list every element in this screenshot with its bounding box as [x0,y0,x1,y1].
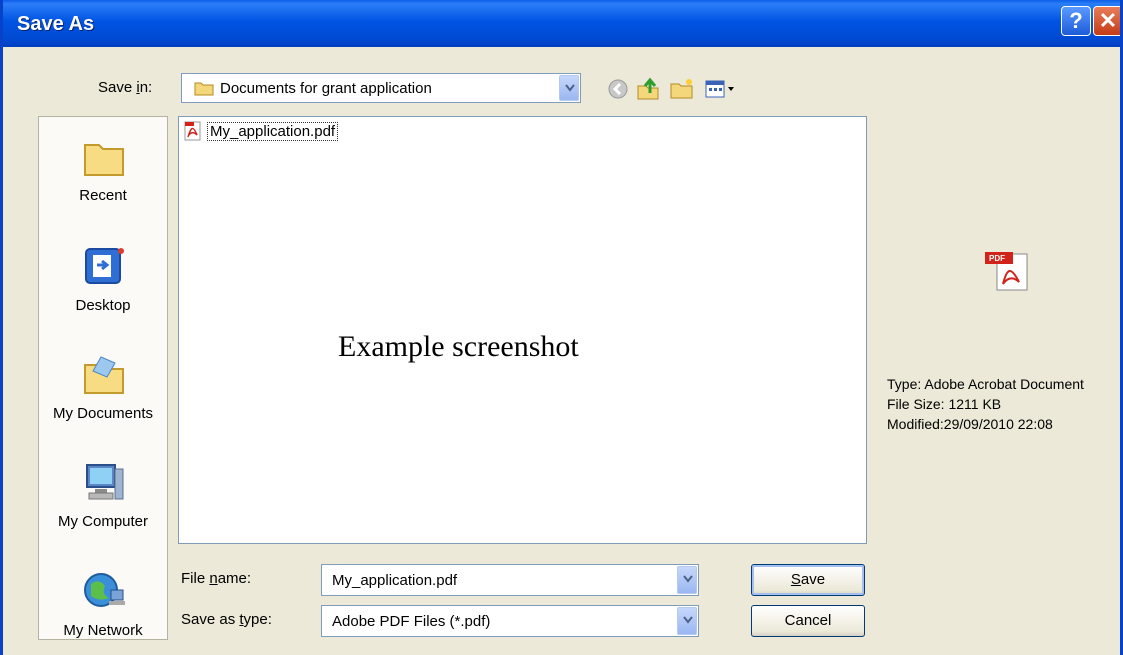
pdf-file-icon [184,121,201,141]
file-type-combo[interactable]: Adobe PDF Files (*.pdf) [321,605,699,637]
place-my-computer[interactable]: My Computer [39,451,167,551]
save-as-type-label: Save as type: [181,611,272,628]
help-button[interactable]: ? [1061,6,1091,36]
file-type-value: Adobe PDF Files (*.pdf) [332,613,491,630]
info-modified: Modified:29/09/2010 22:08 [887,416,1053,432]
pdf-preview-icon: PDF [985,252,1028,291]
views-menu-icon[interactable] [703,76,739,102]
chevron-down-icon[interactable] [677,566,697,594]
overlay-caption: Example screenshot [338,330,579,363]
save-as-dialog: Save As ? ✕ Save in: Documents for grant… [0,0,1123,655]
place-my-network[interactable]: My Network [39,560,167,655]
up-folder-icon[interactable] [635,76,661,102]
save-in-combo[interactable]: Documents for grant application [181,73,581,103]
place-desktop[interactable]: Desktop [39,235,167,335]
place-recent[interactable]: Recent [39,125,167,225]
chevron-down-icon[interactable] [677,607,697,635]
file-name: My_application.pdf [207,122,339,141]
file-name-input[interactable]: My_application.pdf [332,572,457,589]
file-name-label: File name: [181,570,252,587]
title-bar[interactable]: Save As ? ✕ [3,0,1120,47]
places-bar: Recent Desktop My Documents My Computer … [38,116,168,640]
back-icon[interactable] [605,76,631,102]
desktop-icon [85,248,124,284]
info-type: Type: Adobe Acrobat Document [887,376,1084,392]
close-button[interactable]: ✕ [1093,6,1120,36]
save-button[interactable]: Save [751,564,865,596]
folder-icon [194,82,214,96]
file-name-combo[interactable]: My_application.pdf [321,564,699,596]
place-my-documents[interactable]: My Documents [39,343,167,443]
dialog-title: Save As [17,13,95,35]
svg-text:PDF: PDF [989,254,1005,263]
save-in-value: Documents for grant application [220,80,432,97]
chevron-down-icon[interactable] [559,75,579,101]
new-folder-icon[interactable] [669,76,695,102]
recent-folder-icon [84,144,124,176]
my-network-icon [84,573,125,607]
my-computer-icon [86,464,124,500]
save-in-label: Save in: [98,79,153,96]
cancel-button[interactable]: Cancel [751,605,865,637]
my-documents-icon [84,356,124,394]
info-size: File Size: 1211 KB [887,396,1002,412]
